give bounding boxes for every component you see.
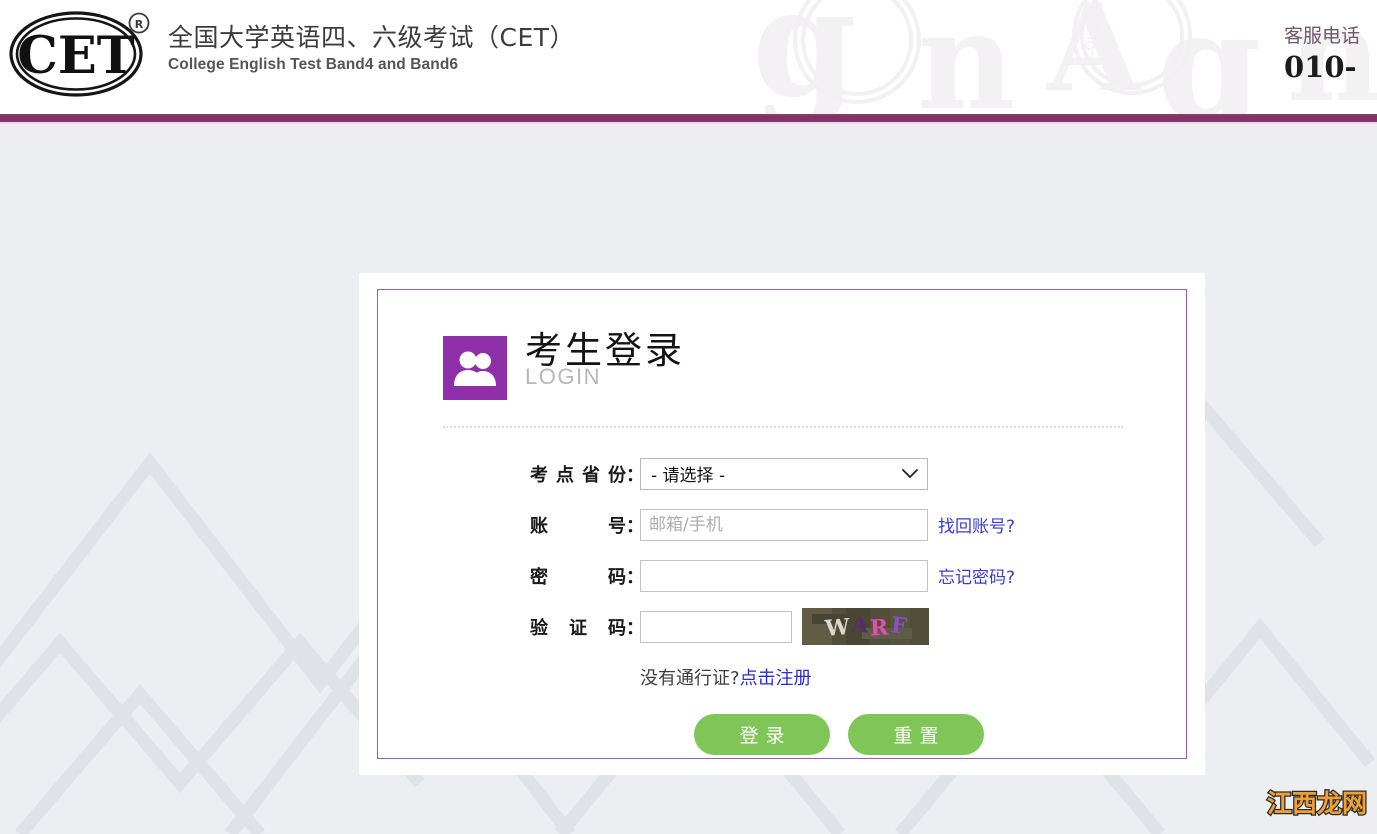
recover-account-link[interactable]: 找回账号? — [938, 512, 1015, 537]
password-label: 密码 — [530, 566, 626, 588]
header-separator — [443, 426, 1123, 428]
svg-text:A: A — [1046, 0, 1142, 114]
brand-text-block: 全国大学英语四、六级考试（CET） College English Test B… — [168, 22, 575, 74]
form-row-account: 账号 ： 找回账号? — [378, 499, 1188, 550]
login-button[interactable]: 登录 — [694, 714, 830, 755]
login-header: 考生登录 LOGIN — [443, 329, 685, 400]
customer-service-hotline: 客服电话 010- — [1284, 24, 1360, 84]
province-colon: ： — [626, 464, 644, 486]
form-row-captcha: 验证码 ： W A R F — [378, 601, 1188, 652]
captcha-text: W A R F — [802, 608, 929, 645]
captcha-letter-4: F — [889, 611, 908, 640]
form-row-password: 密码 ： 忘记密码? — [378, 550, 1188, 601]
captcha-image[interactable]: W A R F — [802, 608, 929, 645]
svg-text:n: n — [917, 0, 1015, 114]
account-input[interactable] — [640, 508, 928, 541]
header-divider-bar — [0, 114, 1377, 122]
two-users-icon — [443, 336, 507, 400]
svg-text:g: g — [752, 0, 857, 114]
captcha-input[interactable] — [640, 610, 792, 643]
hotline-label: 客服电话 — [1284, 25, 1361, 47]
chevron-down-icon — [902, 464, 918, 484]
svg-text:g: g — [1157, 0, 1262, 114]
cet-logo: CET R — [8, 6, 153, 98]
brand-title-cn: 全国大学英语四、六级考试（CET） — [168, 23, 576, 52]
register-link[interactable]: 点击注册 — [740, 664, 812, 690]
captcha-letter-2: A — [850, 610, 870, 639]
account-colon: ： — [626, 515, 644, 537]
province-select[interactable]: - 请选择 - — [640, 457, 928, 490]
hotline-number: 010- — [1284, 49, 1357, 84]
province-select-value: - 请选择 - — [651, 466, 726, 486]
form-row-province: 考点省份 ： - 请选择 - — [378, 448, 1188, 499]
captcha-letter-3: R — [869, 614, 890, 641]
header-watermark: g n A g n COLLEGE ENGLISH TEST — [737, 0, 1377, 114]
province-label: 考点省份 — [530, 464, 626, 486]
svg-text:COLLEGE ENGLISH TEST: COLLEGE ENGLISH TEST — [1081, 0, 1123, 61]
register-prompt-row: 没有通行证? 点击注册 — [378, 662, 1188, 692]
forgot-password-link[interactable]: 忘记密码? — [938, 563, 1015, 588]
login-panel: 考生登录 LOGIN 考点省份 ： - 请选择 - 账号 ： 邮箱/手机 找回账… — [359, 273, 1205, 775]
login-form: 考点省份 ： - 请选择 - 账号 ： 找回账号? — [378, 448, 1188, 755]
form-actions: 登录 重置 — [378, 714, 1188, 755]
brand-title-en: College English Test Band4 and Band6 — [168, 56, 459, 74]
register-prompt-text: 没有通行证? — [640, 668, 740, 689]
svg-text:R: R — [135, 18, 144, 31]
password-colon: ： — [626, 566, 644, 588]
header-divider-highlight — [0, 122, 1377, 124]
site-watermark: 江西龙网 — [1266, 788, 1369, 820]
site-header: g n A g n COLLEGE ENGLISH TEST CET R 全国 — [0, 0, 1377, 114]
account-label: 账号 — [530, 515, 626, 537]
captcha-label: 验证码 — [530, 617, 626, 639]
svg-text:CET: CET — [17, 26, 134, 86]
login-title-block: 考生登录 LOGIN — [525, 329, 685, 390]
captcha-letter-1: W — [823, 613, 851, 642]
login-panel-inner-border: 考生登录 LOGIN 考点省份 ： - 请选择 - 账号 ： 邮箱/手机 找回账… — [377, 289, 1187, 759]
password-input[interactable] — [640, 559, 928, 592]
captcha-colon: ： — [626, 617, 644, 639]
reset-button[interactable]: 重置 — [848, 714, 984, 755]
